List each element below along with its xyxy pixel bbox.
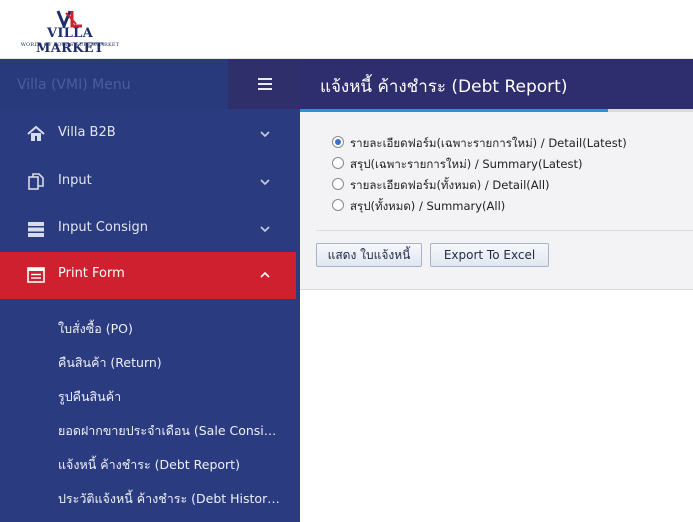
copy-icon <box>28 173 44 190</box>
sidebar-item-print-form[interactable]: Print Form <box>0 252 296 299</box>
option-label: สรุป(เฉพาะรายการใหม่) / Summary(Latest) <box>350 157 583 171</box>
option-label: รายละเอียดฟอร์ม(เฉพาะรายการใหม่) / Detai… <box>350 136 627 150</box>
option-label: รายละเอียดฟอร์ม(ทั้งหมด) / Detail(All) <box>350 178 550 192</box>
submenu-item-po[interactable]: ใบสั่งซื้อ (PO) <box>58 319 284 339</box>
sidebar-item-input-consign[interactable]: Input Consign <box>0 206 296 252</box>
sidebar-item-label: Print Form <box>58 266 125 281</box>
main-content: แจ้งหนี้ ค้างชำระ (Debt Report) รายละเอี… <box>300 59 693 522</box>
list-icon <box>27 267 45 283</box>
submenu-item-return[interactable]: คืนสินค้า (Return) <box>58 353 284 373</box>
page-title: แจ้งหนี้ ค้างชำระ (Debt Report) <box>320 77 568 97</box>
chevron-down-icon <box>260 179 270 186</box>
show-invoice-button[interactable]: แสดง ใบแจ้งหนี้ <box>316 243 422 267</box>
page-header: แจ้งหนี้ ค้างชำระ (Debt Report) <box>300 59 693 109</box>
chevron-down-icon <box>260 131 270 138</box>
hamburger-icon <box>258 78 272 80</box>
sidebar-item-label: Input <box>58 173 92 188</box>
server-icon <box>28 222 44 237</box>
submenu-item-sale-consign[interactable]: ยอดฝากขายประจำเดือน (Sale Consign) <box>58 421 284 441</box>
top-bar: VILLA MARKET WORLD OF FOODS SUPERMARKET <box>0 0 693 59</box>
submenu-item-debt-report[interactable]: แจ้งหนี้ ค้างชำระ (Debt Report) <box>58 455 284 475</box>
home-icon <box>27 125 45 141</box>
submenu-item-debt-history[interactable]: ประวัติแจ้งหนี้ ค้างชำระ (Debt History R… <box>58 489 284 509</box>
menu-toggle-button[interactable] <box>228 59 300 109</box>
chevron-down-icon <box>260 226 270 233</box>
radio-button[interactable] <box>332 157 344 169</box>
export-excel-button[interactable]: Export To Excel <box>430 243 549 267</box>
sidebar-item-label: Villa B2B <box>58 125 116 140</box>
sidebar-item-villa-b2b[interactable]: Villa B2B <box>0 111 296 157</box>
villa-market-logo[interactable]: VILLA MARKET WORLD OF FOODS SUPERMARKET <box>18 10 122 56</box>
sidebar-item-label: Input Consign <box>58 220 148 235</box>
sidebar: Villa (VMI) Menu Villa B2B Input Input C… <box>0 59 300 522</box>
report-options-panel: รายละเอียดฟอร์ม(เฉพาะรายการใหม่) / Detai… <box>300 112 693 290</box>
radio-button[interactable] <box>332 178 344 190</box>
menu-title: Villa (VMI) Menu <box>17 77 131 93</box>
menu-header: Villa (VMI) Menu <box>0 59 228 109</box>
brand-tagline: WORLD OF FOODS SUPERMARKET <box>20 42 120 48</box>
radio-button[interactable] <box>332 136 344 148</box>
submenu-item-return-images[interactable]: รูปคืนสินค้า <box>58 387 284 407</box>
sidebar-item-input[interactable]: Input <box>0 159 296 205</box>
radio-button[interactable] <box>332 199 344 211</box>
option-label: สรุป(ทั้งหมด) / Summary(All) <box>350 199 506 213</box>
divider <box>316 230 693 231</box>
chevron-up-icon <box>260 271 270 278</box>
brand-name: VILLA MARKET <box>36 26 104 56</box>
